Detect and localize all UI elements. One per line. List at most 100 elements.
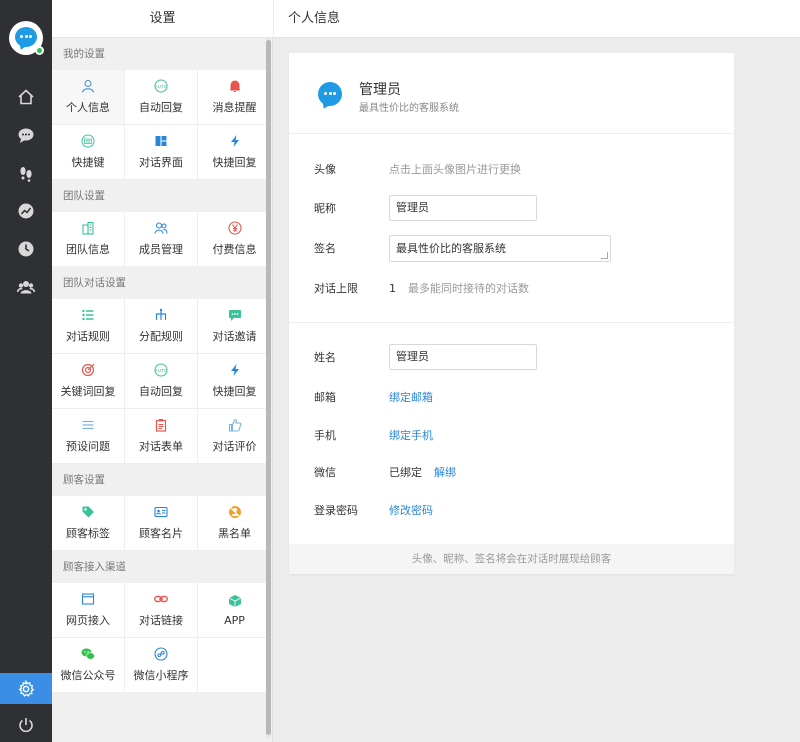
settings-item[interactable]: 顾客名片 bbox=[125, 496, 198, 551]
settings-item[interactable]: 个人信息 bbox=[52, 70, 125, 125]
footprint-icon bbox=[20, 167, 32, 182]
bolt-icon bbox=[230, 364, 239, 376]
wechat-icon bbox=[81, 647, 95, 661]
footprint-nav[interactable] bbox=[0, 156, 52, 190]
realname-input[interactable]: 管理员 bbox=[389, 344, 537, 370]
settings-item[interactable]: 成员管理 bbox=[125, 212, 198, 267]
settings-item[interactable]: 微信小程序 bbox=[125, 638, 198, 693]
tag-icon bbox=[81, 505, 95, 519]
avatar[interactable] bbox=[318, 82, 342, 106]
bind-email-link[interactable]: 绑定邮箱 bbox=[389, 389, 433, 405]
bind-phone-link[interactable]: 绑定手机 bbox=[389, 427, 433, 443]
settings-item-label: 对话界面 bbox=[139, 156, 183, 169]
layout-icon bbox=[154, 134, 168, 148]
stats-nav[interactable] bbox=[0, 194, 52, 228]
settings-panel: 设置 我的设置 个人信息 AUTO 自动回复 消息提醒 快捷键 对话界面 快捷回复… bbox=[52, 0, 273, 742]
settings-grid: 顾客标签 顾客名片 黑名单 bbox=[52, 496, 271, 551]
settings-item[interactable]: 预设问题 bbox=[52, 409, 125, 464]
settings-item[interactable]: 付费信息 bbox=[198, 212, 271, 267]
settings-item[interactable]: 快捷回复 bbox=[198, 354, 271, 409]
signature-row: 签名 最具性价比的客服系统 bbox=[314, 234, 611, 262]
card-icon bbox=[154, 506, 168, 518]
settings-item[interactable]: APP bbox=[198, 583, 271, 638]
team-icon bbox=[17, 281, 35, 294]
settings-item[interactable]: 微信公众号 bbox=[52, 638, 125, 693]
phone-label: 手机 bbox=[314, 429, 336, 442]
chat-bubble-icon bbox=[15, 27, 37, 47]
auto-icon: AUTO bbox=[154, 79, 168, 93]
settings-item[interactable]: 对话表单 bbox=[125, 409, 198, 464]
settings-nav[interactable] bbox=[0, 673, 52, 704]
settings-item[interactable]: 对话链接 bbox=[125, 583, 198, 638]
limit-hint: 最多能同时接待的对话数 bbox=[408, 282, 529, 295]
password-row: 登录密码 修改密码 bbox=[314, 497, 433, 523]
online-status-dot bbox=[35, 46, 44, 55]
mini-program-icon bbox=[154, 647, 168, 661]
settings-item[interactable]: 对话邀请 bbox=[198, 299, 271, 354]
scrollbar-thumb[interactable] bbox=[266, 40, 271, 735]
settings-item-label: 付费信息 bbox=[212, 243, 257, 256]
phone-row: 手机 绑定手机 bbox=[314, 422, 433, 448]
chat-bubble-icon bbox=[324, 92, 336, 95]
nickname-row: 昵称 管理员 bbox=[314, 195, 537, 221]
settings-item-label: 对话评价 bbox=[212, 440, 257, 453]
blacklist-icon bbox=[228, 506, 241, 518]
settings-item[interactable]: AUTO 自动回复 bbox=[125, 354, 198, 409]
settings-item[interactable]: 分配规则 bbox=[125, 299, 198, 354]
settings-item-label: 预设问题 bbox=[66, 440, 110, 453]
settings-item[interactable]: 对话界面 bbox=[125, 125, 198, 180]
settings-item-label: 网页接入 bbox=[66, 614, 110, 627]
avatar-label: 头像 bbox=[314, 163, 336, 176]
settings-item[interactable]: 快捷回复 bbox=[198, 125, 271, 180]
settings-item[interactable]: 对话评价 bbox=[198, 409, 271, 464]
settings-item-label: 顾客名片 bbox=[139, 527, 183, 540]
settings-item[interactable]: AUTO 自动回复 bbox=[125, 70, 198, 125]
chat-nav[interactable] bbox=[0, 118, 52, 152]
settings-item[interactable]: 消息提醒 bbox=[198, 70, 271, 125]
thumbs-up-icon bbox=[228, 418, 241, 432]
settings-item[interactable]: 顾客标签 bbox=[52, 496, 125, 551]
target-icon bbox=[81, 363, 95, 377]
unbind-wechat-link[interactable]: 解绑 bbox=[434, 464, 456, 480]
settings-item-label: APP bbox=[224, 613, 245, 627]
building-icon bbox=[82, 221, 94, 235]
group-title: 团队设置 bbox=[63, 190, 105, 202]
nickname-input[interactable]: 管理员 bbox=[389, 195, 537, 221]
empty-cell bbox=[198, 638, 271, 693]
signature-textarea[interactable]: 最具性价比的客服系统 bbox=[389, 234, 611, 262]
settings-item[interactable]: 黑名单 bbox=[198, 496, 271, 551]
keyboard-icon bbox=[81, 134, 95, 148]
settings-item[interactable]: 网页接入 bbox=[52, 583, 125, 638]
settings-item-label: 快捷键 bbox=[71, 156, 105, 169]
keyboard-icon bbox=[81, 134, 95, 148]
card-icon bbox=[154, 505, 168, 519]
bolt-icon bbox=[230, 135, 239, 147]
app-logo[interactable] bbox=[9, 21, 44, 55]
section-divider bbox=[289, 322, 734, 323]
settings-item[interactable]: 快捷键 bbox=[52, 125, 125, 180]
user-icon bbox=[81, 79, 95, 93]
branch-icon bbox=[155, 308, 167, 320]
svg-text:AUTO: AUTO bbox=[155, 368, 168, 373]
team-nav[interactable] bbox=[0, 270, 52, 304]
link-icon bbox=[154, 595, 168, 603]
history-nav[interactable] bbox=[0, 232, 52, 266]
chat-icon bbox=[18, 128, 34, 143]
profile-summary: 管理员 最具性价比的客服系统 bbox=[289, 53, 734, 134]
settings-icon bbox=[18, 679, 35, 697]
group-title: 顾客设置 bbox=[63, 474, 105, 486]
logout-nav[interactable] bbox=[0, 708, 52, 742]
settings-item[interactable]: 关键词回复 bbox=[52, 354, 125, 409]
settings-grid: 对话规则 分配规则 对话邀请 关键词回复 AUTO 自动回复 快捷回复 预设问题 … bbox=[52, 299, 271, 464]
branch-icon bbox=[154, 308, 168, 322]
cube-icon bbox=[228, 594, 242, 608]
tag-icon bbox=[82, 506, 94, 518]
page-title: 个人信息 bbox=[288, 11, 341, 26]
home-nav[interactable] bbox=[0, 80, 52, 114]
change-password-link[interactable]: 修改密码 bbox=[389, 502, 433, 518]
wechat-row: 微信 已绑定 解绑 bbox=[314, 459, 456, 485]
group-title: 团队对话设置 bbox=[63, 277, 126, 289]
settings-item[interactable]: 对话规则 bbox=[52, 299, 125, 354]
list-icon bbox=[82, 420, 94, 430]
settings-item[interactable]: 团队信息 bbox=[52, 212, 125, 267]
